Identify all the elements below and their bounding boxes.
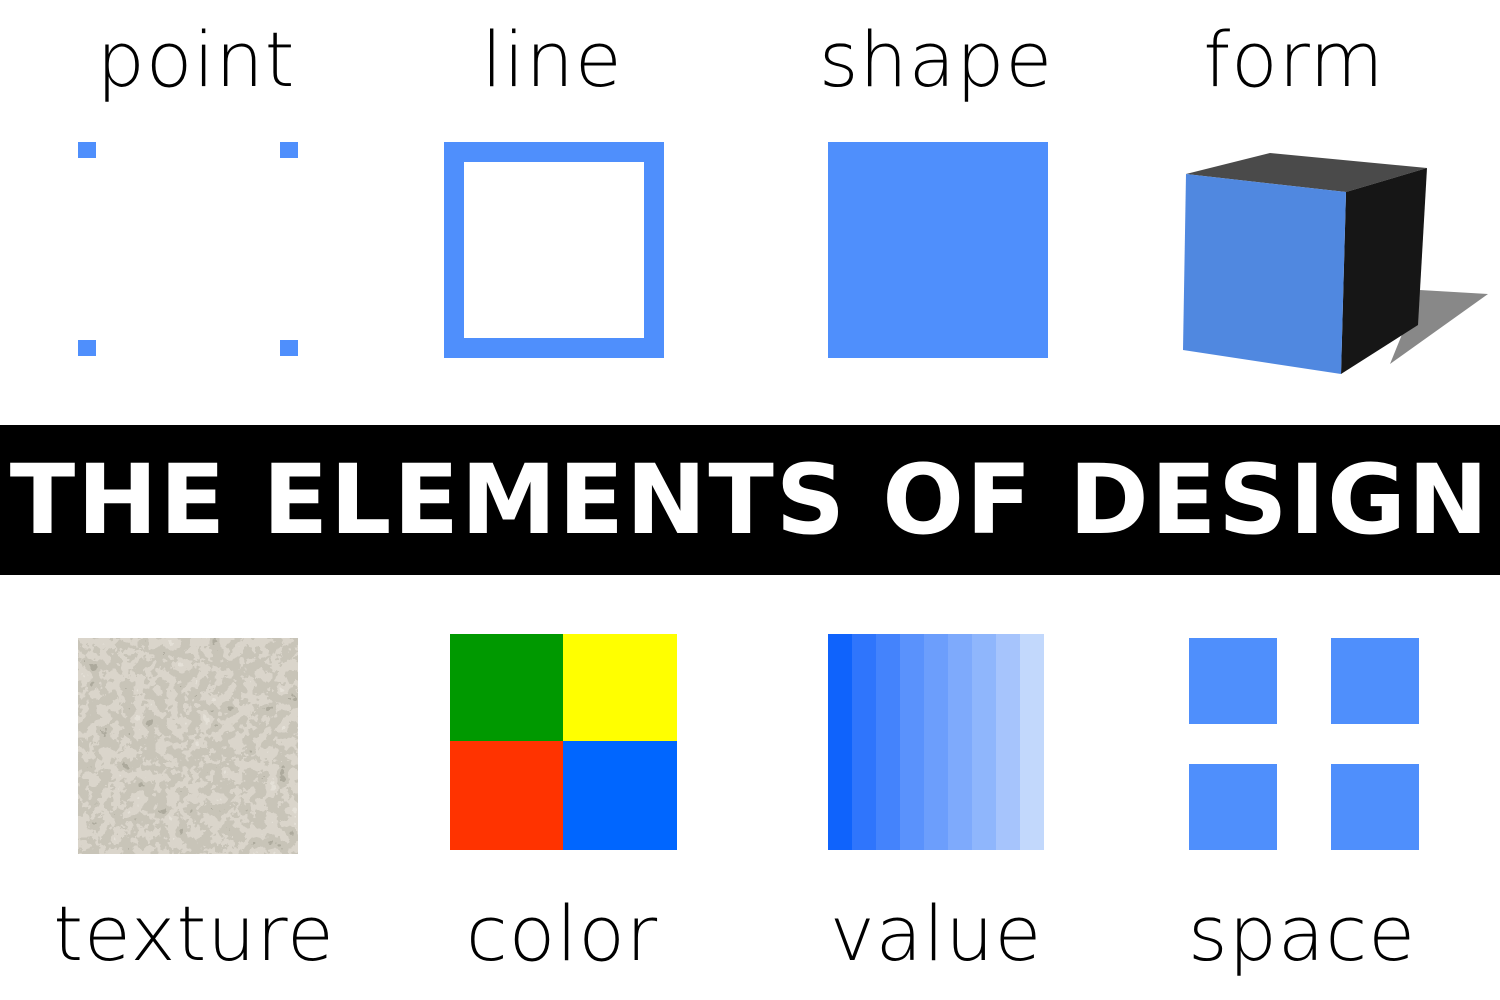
cube-front-face — [1183, 174, 1346, 374]
color-red-quadrant — [450, 741, 563, 850]
texture-illustration — [78, 638, 298, 854]
value-step — [828, 634, 853, 850]
color-blue-quadrant — [563, 741, 677, 850]
label-color: color — [465, 889, 659, 978]
value-step — [900, 634, 925, 850]
value-step — [852, 634, 877, 850]
texture-swatch — [78, 638, 298, 854]
value-step — [1020, 634, 1044, 850]
space-square — [1189, 638, 1277, 724]
label-shape: shape — [818, 15, 1054, 104]
title-banner: THE ELEMENTS OF DESIGN — [0, 425, 1500, 575]
value-step — [996, 634, 1021, 850]
point-dot — [280, 142, 298, 158]
color-green-quadrant — [450, 634, 563, 741]
value-step — [948, 634, 973, 850]
shape-illustration — [828, 142, 1048, 358]
label-form: form — [1203, 15, 1385, 104]
label-value: value — [829, 889, 1043, 978]
point-illustration — [78, 142, 298, 356]
color-illustration — [450, 634, 677, 850]
label-space: space — [1188, 889, 1416, 978]
point-dot — [280, 340, 298, 356]
space-square — [1189, 764, 1277, 850]
space-illustration — [1189, 638, 1419, 850]
color-yellow-quadrant — [563, 634, 677, 741]
shape-square — [828, 142, 1048, 358]
value-illustration — [828, 634, 1044, 850]
space-square — [1331, 638, 1419, 724]
space-square — [1331, 764, 1419, 850]
line-illustration — [444, 142, 664, 358]
label-line: line — [481, 15, 623, 104]
label-texture: texture — [53, 889, 335, 978]
page-title: THE ELEMENTS OF DESIGN — [9, 444, 1491, 556]
value-step — [876, 634, 901, 850]
point-dot — [78, 142, 96, 158]
value-step — [972, 634, 997, 850]
line-square-outline — [444, 142, 664, 358]
point-dot — [78, 340, 96, 356]
value-step — [924, 634, 949, 850]
label-point: point — [96, 15, 296, 104]
form-illustration — [1183, 153, 1488, 374]
